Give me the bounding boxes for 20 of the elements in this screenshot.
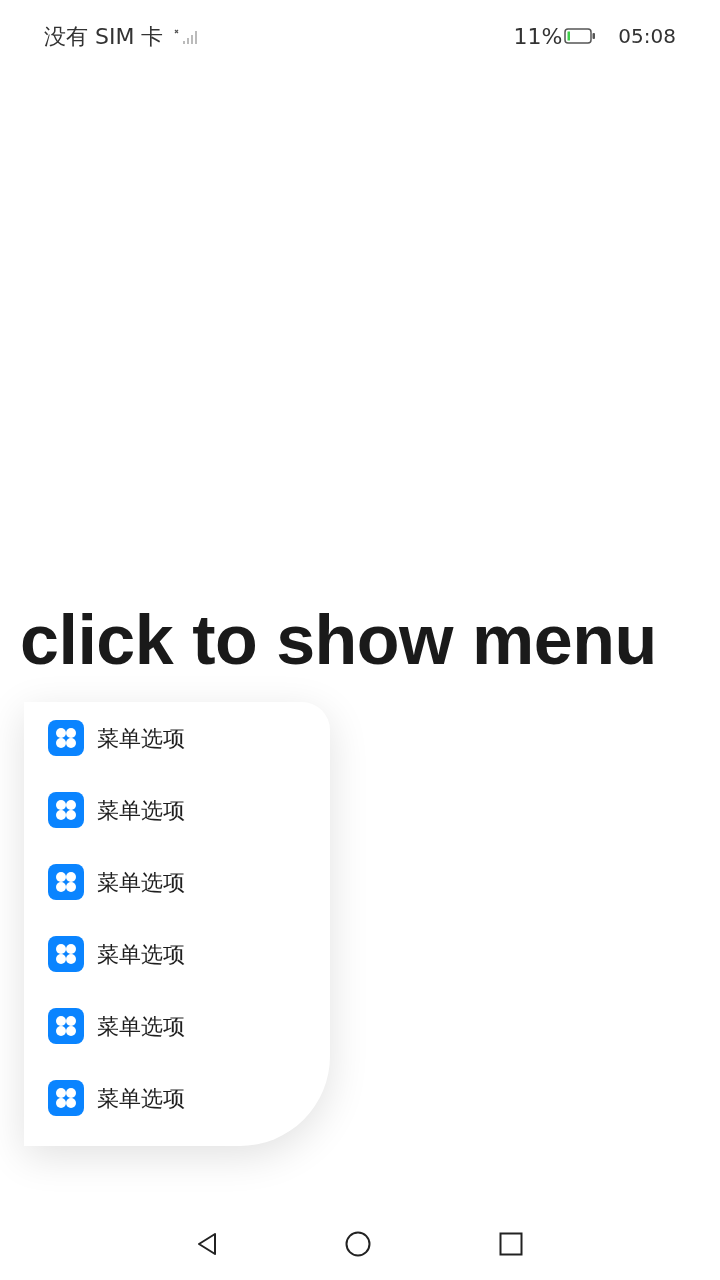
menu-item[interactable]: 菜单选项 <box>24 918 330 990</box>
menu-item[interactable]: 菜单选项 <box>24 846 330 918</box>
app-grid-icon <box>48 1080 84 1116</box>
app-grid-icon <box>48 864 84 900</box>
carrier-text: 没有 SIM 卡 <box>44 22 164 51</box>
battery-percent: 11% <box>513 22 563 51</box>
app-grid-icon <box>48 720 84 756</box>
home-icon[interactable] <box>345 1231 371 1257</box>
menu-item[interactable]: 菜单选项 <box>24 990 330 1062</box>
app-grid-icon <box>48 792 84 828</box>
battery-icon <box>564 28 597 44</box>
menu-item[interactable]: 菜单选项 <box>24 774 330 846</box>
app-grid-icon <box>48 1008 84 1044</box>
app-grid-icon <box>48 936 84 972</box>
menu-item[interactable]: 菜单选项 <box>24 1062 330 1134</box>
recent-apps-icon[interactable] <box>499 1232 523 1256</box>
page-title[interactable]: click to show menu <box>20 605 657 675</box>
clock-text: 05:08 <box>618 23 676 50</box>
back-icon[interactable] <box>197 1232 217 1256</box>
menu-item[interactable]: 菜单选项 <box>24 702 330 774</box>
